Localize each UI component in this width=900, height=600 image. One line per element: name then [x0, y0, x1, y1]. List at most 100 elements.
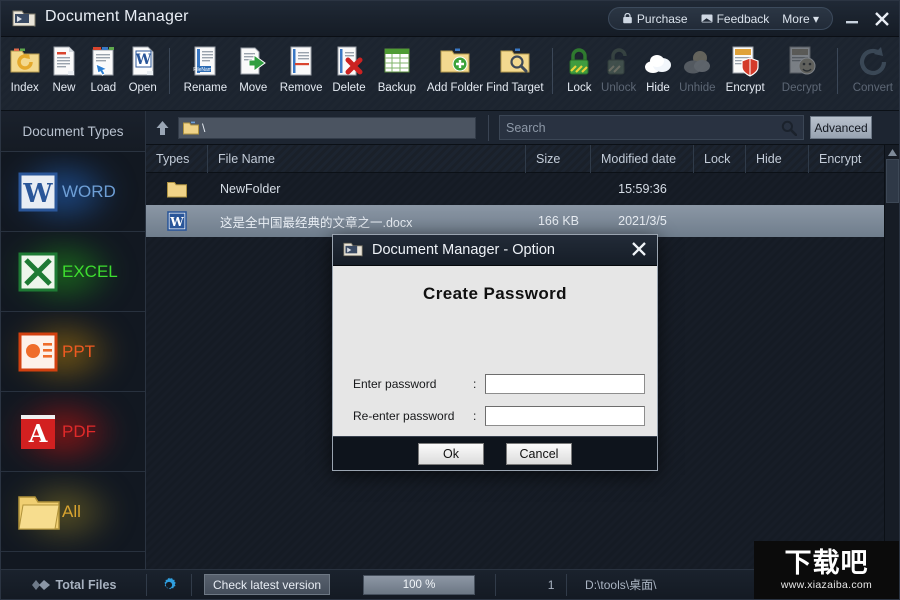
toolbar-backup[interactable]: Backup — [369, 42, 425, 94]
dialog-close-button[interactable] — [630, 240, 648, 263]
close-button[interactable] — [871, 9, 893, 29]
toolbar-move[interactable]: Move — [234, 42, 273, 94]
up-button[interactable] — [146, 111, 178, 145]
check-latest-version-button[interactable]: Check latest version — [204, 574, 330, 595]
column-header-lock[interactable]: Lock — [694, 145, 746, 173]
cancel-button[interactable]: Cancel — [506, 443, 572, 465]
enter-password-field: Enter password : — [353, 374, 645, 394]
folder-icon — [146, 173, 208, 205]
move-icon — [237, 45, 269, 77]
word-document-icon: W — [146, 205, 208, 237]
table-row[interactable]: W这是全中国最经典的文章之一.docx166 KB2021/3/5 — [146, 205, 886, 237]
purchase-button[interactable]: Purchase — [622, 12, 688, 26]
path-input[interactable]: \ — [178, 117, 476, 139]
toolbar-label: Rename — [184, 82, 227, 94]
toolbar-label: Delete — [332, 82, 365, 94]
sidebar-item-label: All — [62, 502, 81, 522]
reenter-password-input[interactable] — [485, 406, 645, 426]
search-box[interactable] — [499, 115, 804, 140]
minimize-button[interactable] — [841, 9, 863, 29]
search-icon[interactable] — [781, 120, 797, 136]
title-actions-pill: Purchase Feedback More ▾ — [608, 7, 833, 30]
toolbar-find-target[interactable]: Find Target — [485, 42, 545, 94]
enter-password-input[interactable] — [485, 374, 645, 394]
toolbar-hide[interactable]: Hide — [638, 42, 677, 94]
file-encrypt — [809, 205, 886, 237]
sidebar-item-pdf[interactable]: APDF — [1, 392, 145, 472]
search-input[interactable] — [506, 121, 781, 135]
toolbar-unhide[interactable]: Unhide — [678, 42, 717, 94]
toolbar-add-folder[interactable]: Add Folder — [425, 42, 485, 94]
dialog-body: Create Password Enter password : Re-ente… — [333, 266, 657, 436]
toolbar-open[interactable]: W Open — [123, 42, 162, 94]
close-icon — [630, 240, 648, 258]
file-hide — [746, 205, 809, 237]
column-header-modified-date[interactable]: Modified date — [591, 145, 694, 173]
toolbar-label: Lock — [567, 82, 591, 94]
table-row[interactable]: NewFolder15:59:36 — [146, 173, 886, 205]
toolbar-remove[interactable]: Remove — [273, 42, 329, 94]
toolbar-load[interactable]: Load — [84, 42, 123, 94]
advanced-button[interactable]: Advanced — [810, 116, 872, 139]
feedback-button[interactable]: Feedback — [701, 12, 770, 26]
chevron-up-icon — [888, 149, 897, 156]
file-encrypt — [809, 173, 886, 205]
settings-button[interactable] — [147, 576, 191, 594]
sidebar-item-excel[interactable]: EXCEL — [1, 232, 145, 312]
column-header-file-name[interactable]: File Name — [208, 145, 526, 173]
status-separator — [566, 574, 567, 596]
cloud-hide-icon — [642, 45, 674, 77]
svg-text:W: W — [134, 52, 151, 68]
column-header-label: Types — [156, 152, 189, 166]
cloud-unhide-icon — [681, 45, 713, 77]
column-header-encrypt[interactable]: Encrypt — [809, 145, 886, 173]
column-header-size[interactable]: Size — [526, 145, 591, 173]
window-title: Document Manager — [45, 8, 189, 26]
reenter-password-field: Re-enter password : — [353, 406, 645, 426]
open-word-icon: W — [127, 45, 159, 77]
sidebar-item-label: PDF — [62, 422, 96, 442]
toolbar-new[interactable]: New — [44, 42, 83, 94]
enter-password-label: Enter password — [353, 377, 473, 391]
sidebar-item-label: PPT — [62, 342, 95, 362]
column-header-hide[interactable]: Hide — [746, 145, 809, 173]
toolbar-separator — [837, 48, 838, 94]
reenter-password-label: Re-enter password — [353, 409, 473, 423]
toolbar-delete[interactable]: Delete — [329, 42, 368, 94]
toolbar-rename[interactable]: FileName Rename — [177, 42, 233, 94]
toolbar-decrypt[interactable]: Decrypt — [773, 42, 829, 94]
folder-all-icon — [17, 491, 59, 533]
remove-icon — [285, 45, 317, 77]
navigation-bar: \ Advanced — [146, 111, 900, 145]
sidebar-item-label: WORD — [62, 182, 116, 202]
document-manager-window: Document Manager Purchase Feedback More … — [0, 0, 900, 600]
sidebar-item-all[interactable]: All — [1, 472, 145, 552]
toolbar-label: Unhide — [679, 82, 715, 94]
load-document-icon — [87, 45, 119, 77]
toolbar-separator — [552, 48, 553, 94]
toolbar-label: New — [52, 82, 75, 94]
scroll-up-button[interactable] — [885, 145, 899, 159]
toolbar-convert[interactable]: Convert — [845, 42, 900, 94]
toolbar-lock[interactable]: Lock — [560, 42, 599, 94]
mail-icon — [701, 14, 713, 23]
folder-refresh-icon — [9, 45, 41, 77]
toolbar-encrypt[interactable]: Encrypt — [717, 42, 773, 94]
create-password-dialog: Document Manager - Option Create Passwor… — [332, 234, 658, 471]
toolbar-label: Move — [239, 82, 267, 94]
total-files-button[interactable]: Total Files — [1, 578, 146, 592]
delete-icon — [333, 45, 365, 77]
arrow-up-icon — [155, 120, 170, 136]
ok-button[interactable]: Ok — [418, 443, 484, 465]
sidebar-item-ppt[interactable]: PPT — [1, 312, 145, 392]
toolbar-label: Add Folder — [427, 82, 483, 94]
vertical-scrollbar[interactable] — [884, 145, 899, 571]
pdf-icon: A — [17, 411, 59, 453]
more-menu-button[interactable]: More ▾ — [782, 12, 819, 26]
sidebar-item-word[interactable]: WWORD — [1, 152, 145, 232]
scrollbar-thumb[interactable] — [886, 159, 899, 203]
excel-icon — [17, 251, 59, 293]
toolbar-index[interactable]: Index — [5, 42, 44, 94]
column-header-types[interactable]: Types — [146, 145, 208, 173]
toolbar-unlock[interactable]: Unlock — [599, 42, 638, 94]
